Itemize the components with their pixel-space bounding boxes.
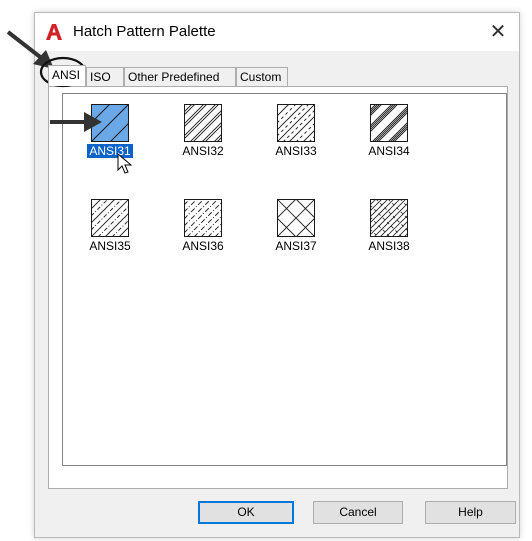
pattern-label: ANSI35: [89, 239, 131, 253]
title-bar: Hatch Pattern Palette ✕: [35, 13, 519, 51]
ok-button[interactable]: OK: [198, 501, 294, 524]
pattern-label: ANSI33: [275, 144, 317, 158]
tab-ansi[interactable]: ANSI: [48, 65, 86, 86]
pattern-ansi32[interactable]: ANSI32: [168, 104, 238, 160]
cancel-button[interactable]: Cancel: [313, 501, 403, 524]
pattern-ansi37[interactable]: ANSI37: [261, 199, 331, 255]
hatch-pattern-dialog: Hatch Pattern Palette ✕ ANSI ISO Other P…: [34, 12, 520, 538]
autocad-a-icon: [46, 24, 62, 40]
ansi37-swatch-icon: [277, 199, 315, 237]
pattern-ansi34[interactable]: ANSI34: [354, 104, 424, 160]
tab-label: ISO: [90, 70, 111, 84]
tab-label: Custom: [240, 70, 282, 84]
close-icon: ✕: [489, 21, 507, 43]
window-title: Hatch Pattern Palette: [73, 23, 216, 40]
ansi31-swatch-icon: [91, 104, 129, 142]
help-button[interactable]: Help: [425, 501, 516, 524]
ansi38-swatch-icon: [370, 199, 408, 237]
pattern-ansi36[interactable]: ANSI36: [168, 199, 238, 255]
pattern-ansi35[interactable]: ANSI35: [75, 199, 145, 255]
ansi32-swatch-icon: [184, 104, 222, 142]
pattern-ansi33[interactable]: ANSI33: [261, 104, 331, 160]
ansi36-swatch-icon: [184, 199, 222, 237]
tab-label: Other Predefined: [128, 70, 220, 84]
ansi35-swatch-icon: [91, 199, 129, 237]
pattern-label: ANSI37: [275, 239, 317, 253]
close-button[interactable]: ✕: [485, 19, 511, 45]
ansi34-swatch-icon: [370, 104, 408, 142]
pattern-list[interactable]: ANSI31 ANSI32 ANSI33 ANSI34 ANSI35 ANSI3…: [62, 93, 507, 466]
pattern-ansi31[interactable]: ANSI31: [75, 104, 145, 160]
pattern-label: ANSI38: [368, 239, 410, 253]
tab-iso[interactable]: ISO: [86, 67, 124, 86]
pattern-label: ANSI31: [87, 144, 133, 158]
tab-other-predefined[interactable]: Other Predefined: [124, 67, 236, 86]
pattern-ansi38[interactable]: ANSI38: [354, 199, 424, 255]
ansi33-swatch-icon: [277, 104, 315, 142]
tab-label: ANSI: [52, 68, 81, 82]
pattern-label: ANSI36: [182, 239, 224, 253]
tab-custom[interactable]: Custom: [236, 67, 288, 86]
pattern-label: ANSI32: [182, 144, 224, 158]
pattern-label: ANSI34: [368, 144, 410, 158]
